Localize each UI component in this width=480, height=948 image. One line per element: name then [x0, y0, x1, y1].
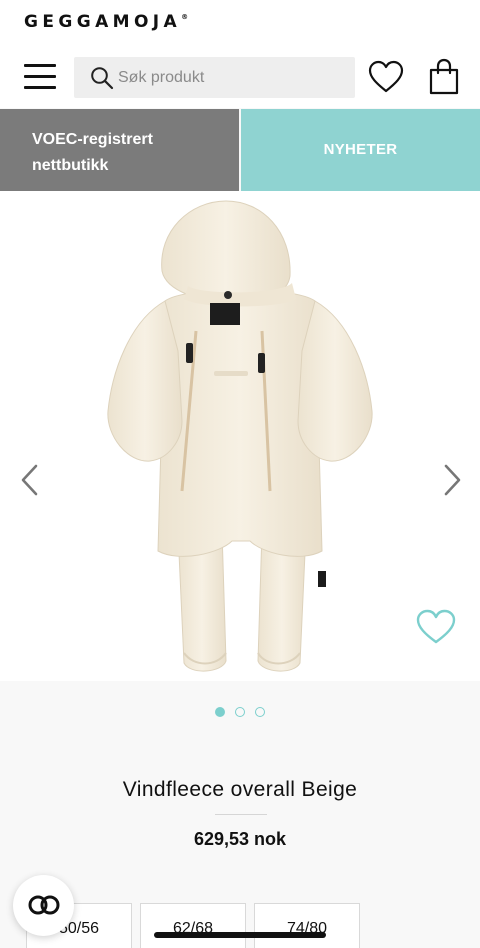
search-icon — [91, 67, 114, 90]
menu-button[interactable] — [24, 62, 58, 90]
brand-logo[interactable]: GEGGAMOJA® — [24, 12, 188, 32]
logo-text: GEGGAMOJA — [24, 12, 182, 32]
news-banner[interactable]: NYHETER — [241, 109, 480, 191]
size-option[interactable]: 74/80 — [254, 903, 360, 948]
chevron-right-icon[interactable] — [440, 463, 464, 497]
voec-label: VOEC-registrert nettbutikk — [32, 131, 153, 174]
search-bar[interactable] — [74, 57, 355, 98]
home-indicator — [154, 932, 326, 938]
chat-button[interactable] — [13, 875, 74, 936]
gallery-pagination — [0, 704, 480, 717]
search-input[interactable] — [118, 57, 348, 98]
news-label: NYHETER — [323, 141, 398, 158]
size-option[interactable]: 62/68 — [140, 903, 246, 948]
pagination-dot[interactable] — [255, 707, 265, 717]
wishlist-heart-icon[interactable] — [368, 60, 404, 94]
chevron-left-icon[interactable] — [18, 463, 42, 497]
product-gallery[interactable] — [0, 191, 480, 681]
hamburger-icon — [24, 64, 56, 67]
site-header: GEGGAMOJA® — [0, 0, 480, 108]
pagination-dot[interactable] — [215, 707, 225, 717]
pagination-dot[interactable] — [235, 707, 245, 717]
heart-outline-icon[interactable] — [416, 609, 456, 645]
hamburger-icon — [24, 75, 56, 78]
product-title: Vindfleece overall Beige — [122, 778, 358, 801]
registered-mark: ® — [181, 13, 189, 21]
shopping-bag-icon[interactable] — [428, 58, 460, 96]
title-divider — [215, 814, 267, 815]
product-price: 629,53 nok — [193, 829, 287, 849]
hamburger-icon — [24, 86, 56, 89]
voec-banner[interactable]: VOEC-registrert nettbutikk — [0, 109, 239, 191]
product-image — [107, 200, 373, 672]
chat-icon — [28, 895, 60, 915]
